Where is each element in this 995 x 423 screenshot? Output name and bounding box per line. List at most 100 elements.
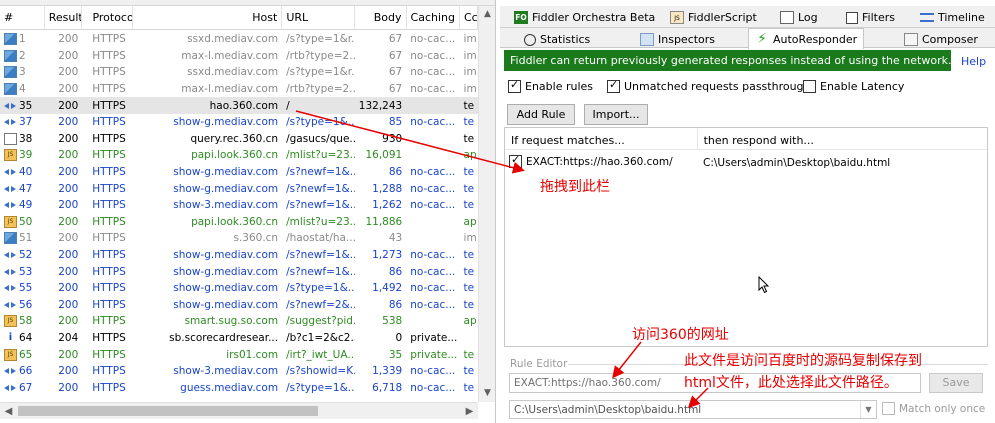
import-button[interactable]: Import...	[584, 104, 648, 125]
session-result: 200	[58, 365, 79, 378]
session-body: 67	[388, 49, 403, 62]
session-row[interactable]: 55 200 HTTPS show-g.mediav.com/s?type=1&...…	[0, 280, 478, 297]
session-row[interactable]: 2 200 HTTPS max-l.mediav.com/rtb?type=2... 6…	[0, 48, 478, 65]
session-row[interactable]: 51 200 HTTPS s.360.cn/haostat/ha... 43 im	[0, 230, 478, 247]
checkbox-icon[interactable]	[508, 78, 521, 93]
annotation-drag-here: 拖拽到此栏	[540, 179, 610, 195]
session-row[interactable]: 38 200 HTTPS query.rec.360.cn/gasucs/que...…	[0, 131, 478, 148]
scroll-up-icon[interactable]: ▲	[479, 6, 495, 23]
session-row[interactable]: 56 200 HTTPS show-g.mediav.com/s?newf=2&...…	[0, 297, 478, 314]
session-row[interactable]: JS 39 200 HTTPS papi.look.360.cn/mlist?u=23.…	[0, 147, 478, 164]
session-host: max-l.mediav.com	[181, 49, 279, 62]
unmatched-passthrough-checkbox[interactable]: Unmatched requests passthrough	[607, 78, 811, 93]
col-caching[interactable]: Caching	[407, 6, 460, 29]
col-result[interactable]: Result	[45, 6, 83, 29]
tab-statistics[interactable]: Statistics	[518, 30, 596, 49]
checkbox-icon[interactable]	[607, 78, 620, 93]
session-caching: no-cac...	[410, 365, 456, 378]
vertical-scrollbar[interactable]: ▲ ▼	[478, 6, 495, 402]
session-row[interactable]: 53 200 HTTPS show-g.mediav.com/s?newf=1&...…	[0, 263, 478, 280]
session-row[interactable]: 40 200 HTTPS show-g.mediav.com/s?newf=1&...…	[0, 164, 478, 181]
session-row[interactable]: i 64 204 HTTPS sb.scorecardresear... /b?c1=2&…	[0, 330, 478, 347]
col-then-respond[interactable]: then respond with...	[698, 128, 987, 149]
tab-autoresponder[interactable]: ⚡ AutoResponder	[748, 28, 865, 49]
session-protocol: HTTPS	[92, 381, 126, 394]
session-row[interactable]: 49 200 HTTPS show-3.mediav.com/s?newf=1&...…	[0, 197, 478, 214]
response-input[interactable]: C:\Users\admin\Desktop\baidu.html ▼	[509, 400, 877, 419]
session-row[interactable]: JS 65 200 HTTPS irs01.com/irt?_iwt_UA... 35 pr…	[0, 346, 478, 363]
session-host: show-g.mediav.com	[173, 282, 279, 295]
col-content-type[interactable]: Cc	[460, 6, 479, 29]
scroll-thumb[interactable]	[18, 406, 318, 416]
rules-list[interactable]: If request matches... then respond with.…	[504, 127, 988, 347]
session-num: 3	[0, 66, 45, 79]
scroll-left-icon[interactable]: ◀	[0, 403, 17, 420]
session-id: 52	[19, 249, 33, 262]
session-row[interactable]: 1 200 HTTPS ssxd.mediav.com/s?type=1&r... 67…	[0, 31, 478, 48]
tab-fiddlerscript[interactable]: JS FiddlerScript	[664, 8, 763, 27]
session-host: show-3.mediav.com	[173, 365, 279, 378]
session-caching: no-cac...	[410, 33, 456, 46]
session-num: 4	[0, 83, 45, 96]
col-num[interactable]: #	[0, 6, 45, 29]
session-host: s.360.cn	[233, 232, 279, 245]
session-row[interactable]: JS 50 200 HTTPS papi.look.360.cn/mlist?u=23.…	[0, 214, 478, 231]
checkbox-icon[interactable]	[882, 402, 895, 415]
col-body[interactable]: Body	[355, 6, 407, 29]
session-row[interactable]: 37 200 HTTPS show-g.mediav.com/s?type=1&...…	[0, 114, 478, 131]
session-num: 67	[0, 382, 45, 394]
match-only-once-checkbox[interactable]: Match only once	[882, 402, 985, 415]
enable-latency-checkbox[interactable]: Enable Latency	[803, 79, 904, 93]
rule-row[interactable]: EXACT:https://hao.360.com/	[509, 153, 673, 168]
rule-checkbox-icon[interactable]	[509, 153, 522, 168]
col-host[interactable]: Host	[133, 6, 283, 29]
arrows-icon	[4, 266, 17, 278]
tab-filters[interactable]: Filters	[840, 8, 901, 27]
session-body: 1,273	[372, 249, 403, 262]
enable-rules-checkbox[interactable]: Enable rules	[508, 78, 593, 93]
session-caching: no-cac...	[410, 66, 456, 79]
col-protocol[interactable]: Protocol	[82, 6, 134, 29]
option-label: Match only once	[899, 402, 986, 415]
session-row[interactable]: 35 200 HTTPS hao.360.com / 132,243 te	[0, 97, 478, 114]
session-body: 43	[388, 232, 403, 245]
tab-composer[interactable]: Composer	[898, 30, 984, 49]
session-row[interactable]: 66 200 HTTPS show-3.mediav.com/s?showid=K..…	[0, 363, 478, 380]
tab-timeline[interactable]: Timeline	[914, 8, 991, 27]
session-content-type: te	[463, 199, 475, 212]
session-protocol: HTTPS	[92, 49, 126, 62]
tab-inspectors[interactable]: Inspectors	[634, 30, 721, 49]
session-caching: no-cac...	[410, 199, 456, 212]
session-id: 58	[19, 315, 33, 328]
chevron-down-icon[interactable]: ▼	[860, 401, 876, 418]
session-body: 132,243	[358, 99, 403, 112]
scroll-down-icon[interactable]: ▼	[479, 385, 495, 402]
arrows-icon	[4, 116, 17, 128]
composer-icon	[904, 33, 918, 46]
session-row[interactable]: 3 200 HTTPS ssxd.mediav.com/s?type=1&r... 67…	[0, 64, 478, 81]
session-content-type: te	[463, 132, 475, 145]
session-num: 49	[0, 199, 45, 211]
session-row[interactable]: 47 200 HTTPS show-g.mediav.com/s?newf=1&...…	[0, 180, 478, 197]
session-row[interactable]: 4 200 HTTPS max-l.mediav.com/rtb?type=2... 6…	[0, 81, 478, 98]
image-icon	[4, 66, 17, 79]
save-button[interactable]: Save	[929, 373, 983, 393]
session-row[interactable]: 67 200 HTTPS guess.mediav.com/s?type=1&... 6…	[0, 379, 478, 396]
option-label: Enable Latency	[820, 79, 905, 93]
scroll-right-icon[interactable]: ▶	[461, 403, 478, 420]
help-link[interactable]: Help	[961, 55, 986, 68]
col-url[interactable]: URL	[282, 6, 355, 29]
image-icon	[4, 232, 17, 245]
session-content-type: te	[463, 249, 475, 262]
tab-log[interactable]: Log	[774, 8, 824, 27]
session-row[interactable]: 52 200 HTTPS show-g.mediav.com/s?newf=1&...…	[0, 247, 478, 264]
rule-editor-label: Rule Editor	[510, 358, 568, 370]
checkbox-icon[interactable]	[803, 79, 816, 93]
col-if-request[interactable]: If request matches...	[505, 128, 698, 149]
session-result: 200	[58, 199, 79, 212]
tab-fiddler-orchestra[interactable]: FO Fiddler Orchestra Beta	[508, 8, 661, 27]
session-protocol: HTTPS	[92, 232, 126, 245]
session-row[interactable]: JS 58 200 HTTPS smart.sug.so.com/suggest?pid…	[0, 313, 478, 330]
add-rule-button[interactable]: Add Rule	[507, 104, 575, 125]
horizontal-scrollbar[interactable]: ◀ ▶	[0, 402, 478, 419]
